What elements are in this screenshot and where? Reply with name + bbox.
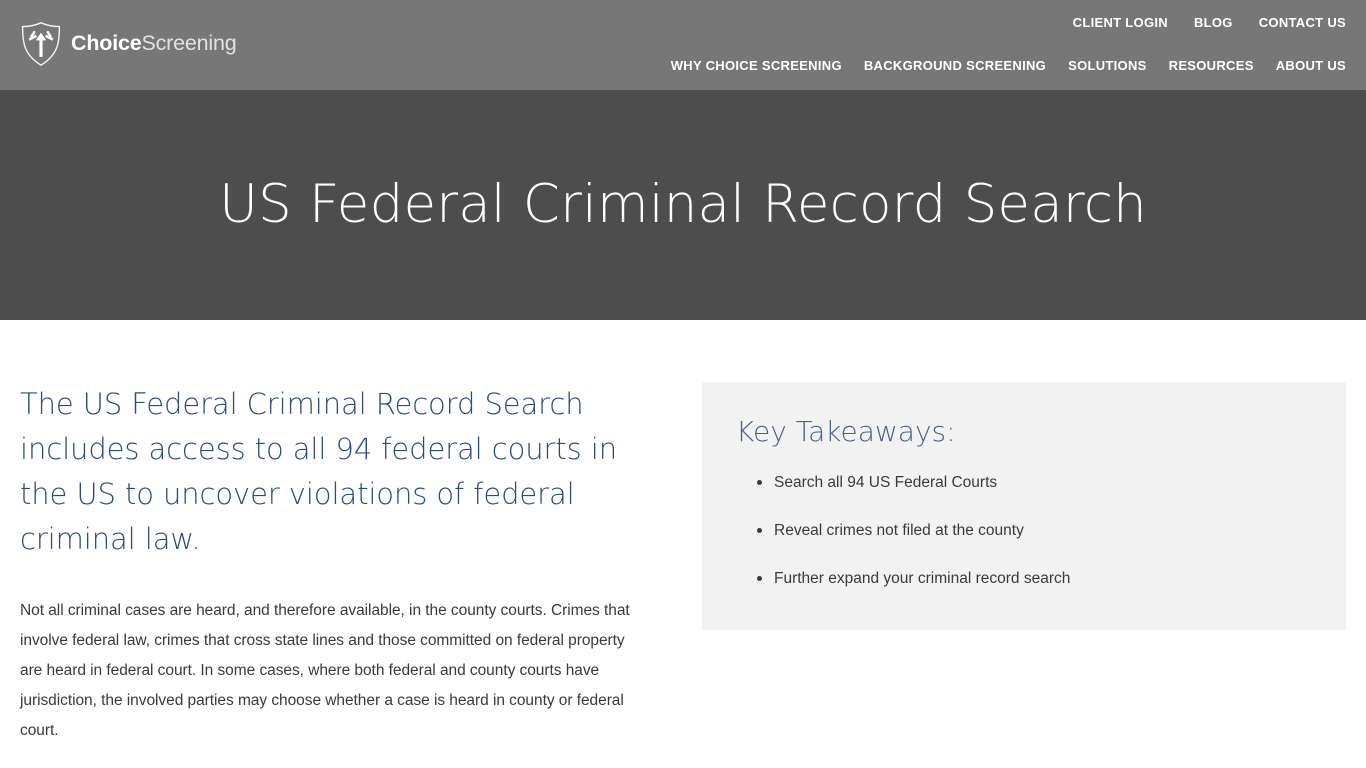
content-column-left: The US Federal Criminal Record Search in… [20,382,642,746]
key-takeaways-list: Search all 94 US Federal Courts Reveal c… [736,471,1312,591]
nav-solutions[interactable]: SOLUTIONS [1068,58,1147,73]
list-item: Further expand your criminal record sear… [757,567,1312,590]
nav-client-login[interactable]: CLIENT LOGIN [1073,15,1168,30]
content-column-right: Key Takeaways: Search all 94 US Federal … [702,382,1346,631]
logo-text-choice: Choice [71,31,142,56]
nav-background-screening[interactable]: BACKGROUND SCREENING [864,58,1046,73]
nav-blog[interactable]: BLOG [1194,15,1233,30]
main-content: The US Federal Criminal Record Search in… [0,320,1366,746]
site-header: ChoiceScreening CLIENT LOGIN BLOG CONTAC… [0,0,1366,90]
logo-text-screening: Screening [141,31,237,56]
utility-nav: CLIENT LOGIN BLOG CONTACT US [1073,15,1346,30]
nav-why-choice-screening[interactable]: WHY CHOICE SCREENING [671,58,842,73]
page-title: US Federal Criminal Record Search [219,173,1147,235]
main-nav: WHY CHOICE SCREENING BACKGROUND SCREENIN… [671,58,1346,73]
lead-heading: The US Federal Criminal Record Search in… [20,387,617,556]
list-item: Reveal crimes not filed at the county [757,519,1312,542]
shield-burst-icon [20,21,62,67]
nav-about-us[interactable]: ABOUT US [1276,58,1346,73]
list-item: Search all 94 US Federal Courts [757,471,1312,494]
nav-resources[interactable]: RESOURCES [1169,58,1254,73]
logo-wordmark: ChoiceScreening [71,33,237,55]
nav-contact-us[interactable]: CONTACT US [1259,15,1346,30]
key-takeaways-card: Key Takeaways: Search all 94 US Federal … [702,382,1346,631]
body-paragraph: Not all criminal cases are heard, and th… [20,602,630,739]
key-takeaways-title: Key Takeaways: [736,415,956,448]
hero-banner: US Federal Criminal Record Search [0,90,1366,320]
site-logo[interactable]: ChoiceScreening [20,19,237,69]
